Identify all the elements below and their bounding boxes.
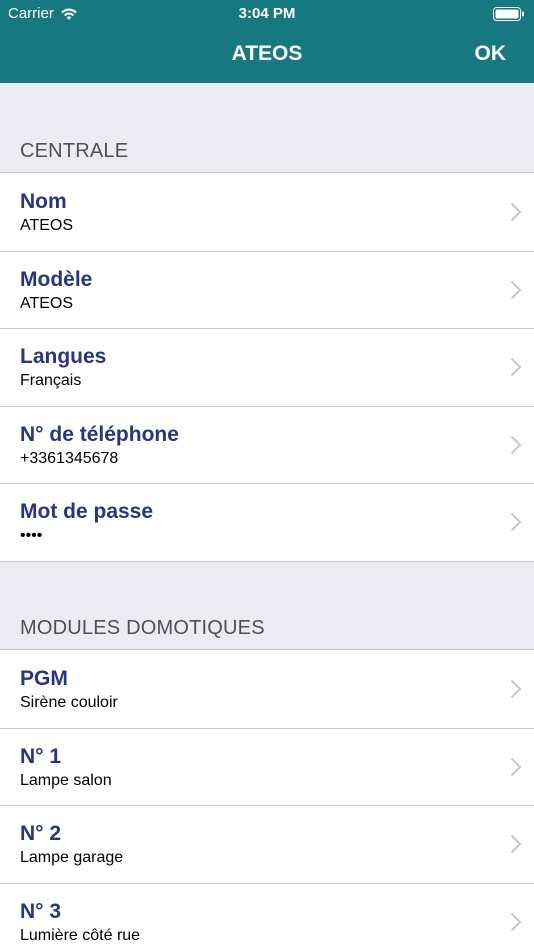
battery-icon bbox=[493, 7, 524, 21]
row-title: N° 3 bbox=[20, 899, 62, 923]
row-subtitle: Lampe garage bbox=[20, 849, 124, 866]
chevron-right-icon bbox=[510, 679, 522, 699]
page-title: ATEOS bbox=[231, 42, 303, 65]
list-item-module-1[interactable]: N° 1 Lampe salon bbox=[0, 727, 534, 806]
list-item-langues[interactable]: Langues Français bbox=[0, 328, 534, 406]
list-item-nom[interactable]: Nom ATEOS bbox=[0, 173, 534, 251]
row-subtitle: ATEOS bbox=[20, 294, 74, 312]
list-item-mot-de-passe[interactable]: Mot de passe •••• bbox=[0, 483, 534, 561]
row-title: Langues bbox=[20, 345, 107, 368]
centrale-group: Nom ATEOS Modèle ATEOS Langues Français … bbox=[0, 172, 534, 562]
row-title: Nom bbox=[20, 190, 67, 213]
navigation-bar: ATEOS OK bbox=[0, 28, 534, 83]
row-title: N° 1 bbox=[20, 744, 62, 768]
row-subtitle: ATEOS bbox=[20, 217, 74, 234]
chevron-right-icon bbox=[510, 280, 522, 299]
row-subtitle: Sirène couloir bbox=[20, 694, 118, 711]
chevron-right-icon bbox=[510, 512, 522, 532]
row-subtitle: Français bbox=[20, 372, 82, 389]
row-subtitle: Lampe salon bbox=[20, 771, 112, 789]
row-subtitle: •••• bbox=[20, 527, 43, 544]
ok-button[interactable]: OK bbox=[475, 42, 507, 66]
list-item-modele[interactable]: Modèle ATEOS bbox=[0, 250, 534, 329]
row-title: N° 2 bbox=[20, 822, 62, 845]
modules-group: PGM Sirène couloir N° 1 Lampe salon N° 2… bbox=[0, 649, 534, 950]
chevron-right-icon bbox=[510, 834, 522, 854]
status-bar: Carrier 3:04 PM bbox=[0, 0, 534, 28]
list-item-pgm[interactable]: PGM Sirène couloir bbox=[0, 650, 534, 728]
status-time: 3:04 PM bbox=[238, 5, 296, 22]
chevron-right-icon bbox=[510, 435, 522, 454]
row-title: Modèle bbox=[20, 267, 93, 291]
list-item-module-2[interactable]: N° 2 Lampe garage bbox=[0, 805, 534, 883]
list-item-module-3[interactable]: N° 3 Lumière côté rue bbox=[0, 882, 534, 950]
chevron-right-icon bbox=[510, 912, 522, 931]
section-header-centrale: CENTRALE bbox=[20, 140, 129, 162]
chevron-right-icon bbox=[510, 757, 522, 776]
list-item-telephone[interactable]: N° de téléphone +3361345678 bbox=[0, 405, 534, 484]
chevron-right-icon bbox=[510, 357, 522, 377]
row-subtitle: Lumière côté rue bbox=[20, 926, 141, 944]
top-bar: Carrier 3:04 PM ATEOS OK bbox=[0, 0, 534, 83]
row-title: N° de téléphone bbox=[20, 422, 179, 446]
row-subtitle: +3361345678 bbox=[20, 449, 119, 467]
section-header-modules: MODULES DOMOTIQUES bbox=[20, 617, 265, 639]
row-title: Mot de passe bbox=[20, 500, 154, 523]
chevron-right-icon bbox=[510, 202, 522, 222]
row-title: PGM bbox=[20, 667, 68, 690]
